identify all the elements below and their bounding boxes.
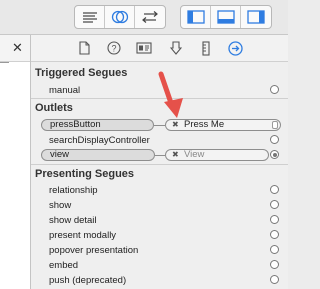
annotation-arrow-icon	[158, 71, 183, 118]
